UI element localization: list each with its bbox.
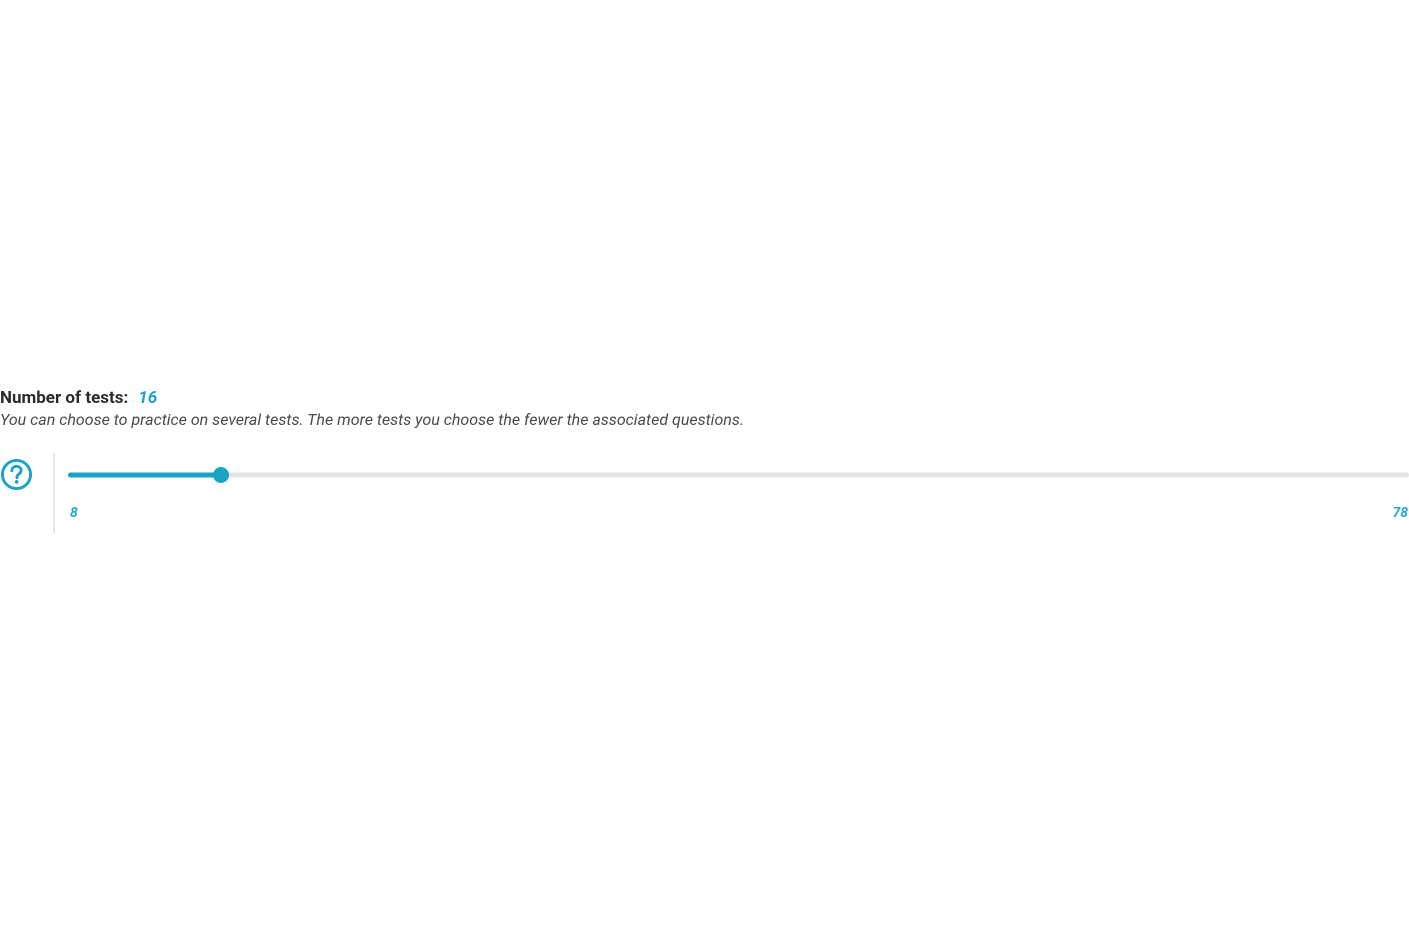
slider-labels: 8 78 — [68, 505, 1409, 521]
slider-track-bg — [68, 473, 1409, 478]
heading-row: Number of tests: 16 — [0, 388, 1409, 408]
heading-label: Number of tests: — [0, 388, 128, 408]
tests-slider-section: Number of tests: 16 You can choose to pr… — [0, 388, 1409, 521]
vertical-divider — [53, 453, 55, 533]
controls-row: 8 78 — [0, 457, 1409, 521]
help-button[interactable] — [0, 458, 33, 491]
slider-min-label: 8 — [70, 505, 78, 521]
help-icon — [0, 458, 33, 491]
tests-slider[interactable] — [68, 467, 1409, 483]
description-text: You can choose to practice on several te… — [0, 410, 1409, 429]
slider-max-label: 78 — [1392, 505, 1408, 521]
slider-track-fill — [68, 473, 221, 478]
heading-value: 16 — [138, 388, 157, 408]
slider-column: 8 78 — [68, 457, 1409, 521]
slider-thumb[interactable] — [213, 467, 229, 483]
